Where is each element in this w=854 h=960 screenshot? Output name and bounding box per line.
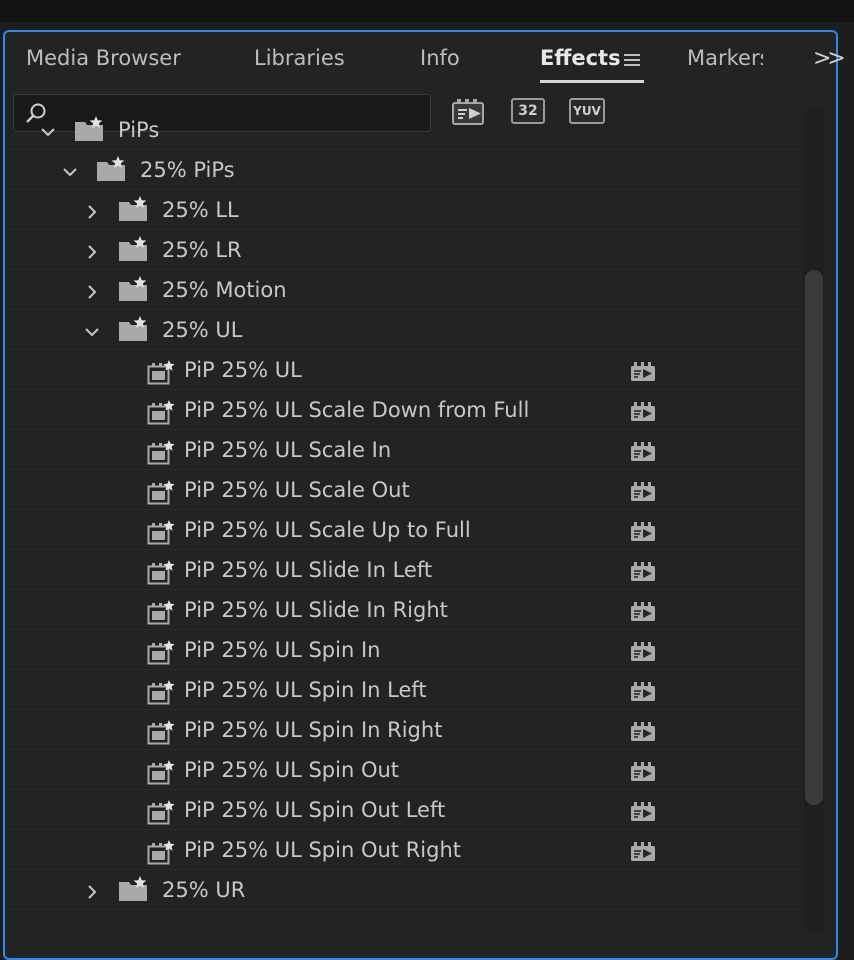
chevron-right-icon[interactable] (85, 244, 99, 259)
accelerated-effect-icon (630, 802, 656, 822)
tree-preset-row[interactable]: PiP 25% UL Scale Out (8, 470, 798, 510)
tree-folder-row[interactable]: 25% UL (8, 310, 798, 350)
custom-bin-folder-icon (74, 116, 104, 142)
tree-item-label: PiP 25% UL (184, 358, 302, 382)
custom-bin-folder-icon (118, 276, 148, 302)
accelerated-effect-icon (630, 442, 656, 462)
tree-item-label: PiP 25% UL Spin Out (184, 758, 400, 782)
custom-bin-folder-icon (118, 236, 148, 262)
effect-preset-icon (147, 440, 175, 466)
accelerated-effect-icon (630, 722, 656, 742)
tree-item-label: PiP 25% UL Spin Out Left (184, 798, 446, 822)
effect-preset-icon (147, 720, 175, 746)
effect-preset-icon (147, 640, 175, 666)
top-bar (0, 0, 854, 22)
effect-preset-icon (147, 600, 175, 626)
tab-markers[interactable]: Markers (687, 46, 763, 70)
tree-folder-row[interactable]: 25% LR (8, 230, 798, 270)
accelerated-effect-icon (630, 762, 656, 782)
active-tab-indicator (540, 80, 644, 83)
accelerated-effect-icon (630, 362, 656, 382)
tree-item-label: 25% LL (162, 198, 239, 222)
tree-item-label: 25% PiPs (140, 158, 235, 182)
custom-bin-folder-icon (118, 876, 148, 902)
effect-preset-icon (147, 560, 175, 586)
tree-item-label: PiP 25% UL Spin Out Right (184, 838, 461, 862)
accelerated-effect-icon (630, 602, 656, 622)
tab-overflow-icon[interactable]: >> (813, 46, 846, 71)
tree-folder-row[interactable]: 25% Motion (8, 270, 798, 310)
accelerated-effect-icon (630, 482, 656, 502)
effect-preset-icon (147, 760, 175, 786)
tree-item-label: 25% LR (162, 238, 242, 262)
chevron-down-icon[interactable] (41, 124, 55, 138)
chevron-right-icon[interactable] (85, 204, 99, 219)
scrollbar-thumb[interactable] (805, 270, 823, 805)
tree-preset-row[interactable]: PiP 25% UL Slide In Right (8, 590, 798, 630)
tree-item-label: PiP 25% UL Scale Up to Full (184, 518, 471, 542)
tree-item-label: PiP 25% UL Scale Out (184, 478, 410, 502)
tree-preset-row[interactable]: PiP 25% UL Scale Up to Full (8, 510, 798, 550)
tree-folder-row[interactable]: PiPs (8, 110, 798, 150)
tree-preset-row[interactable]: PiP 25% UL Spin In Right (8, 710, 798, 750)
chevron-right-icon[interactable] (85, 884, 99, 899)
tree-item-label: PiP 25% UL Spin In (184, 638, 381, 662)
accelerated-effect-icon (630, 682, 656, 702)
tree-preset-row[interactable]: PiP 25% UL Scale Down from Full (8, 390, 798, 430)
tab-info[interactable]: Info (420, 46, 460, 70)
effect-preset-icon (147, 680, 175, 706)
tree-item-label: 25% UL (162, 318, 243, 342)
tree-preset-row[interactable]: PiP 25% UL Scale In (8, 430, 798, 470)
accelerated-effect-icon (630, 642, 656, 662)
tree-preset-row[interactable]: PiP 25% UL Slide In Left (8, 550, 798, 590)
tree-preset-row[interactable]: PiP 25% UL Spin Out Left (8, 790, 798, 830)
effect-preset-icon (147, 480, 175, 506)
tree-item-label: PiPs (118, 118, 160, 142)
tree-item-label: 25% Motion (162, 278, 287, 302)
tree-item-label: 25% UR (162, 878, 246, 902)
tab-effects[interactable]: Effects (540, 46, 621, 70)
tree-preset-row[interactable]: PiP 25% UL Spin In Left (8, 670, 798, 710)
chevron-down-icon[interactable] (63, 164, 77, 178)
tab-media-browser[interactable]: Media Browser (26, 46, 181, 70)
accelerated-effect-icon (630, 402, 656, 422)
chevron-down-icon[interactable] (85, 324, 99, 338)
tree-item-label: PiP 25% UL Slide In Left (184, 558, 433, 582)
tree-item-label: PiP 25% UL Scale In (184, 438, 392, 462)
tree-item-label: PiP 25% UL Slide In Right (184, 598, 448, 622)
chevron-right-icon[interactable] (85, 284, 99, 299)
panel-tab-bar: Media Browser Libraries Info Effects Mar… (5, 32, 846, 86)
tree-preset-row[interactable]: PiP 25% UL (8, 350, 798, 390)
effects-tree: PiPs 25% PiPs 25% LL 25% LR 25% Motion 25% UL… (8, 110, 805, 925)
effect-preset-icon (147, 520, 175, 546)
custom-bin-folder-icon (118, 316, 148, 342)
effect-preset-icon (147, 800, 175, 826)
tree-item-label: PiP 25% UL Spin In Left (184, 678, 427, 702)
effect-preset-icon (147, 360, 175, 386)
tree-folder-row[interactable]: 25% UR (8, 870, 798, 910)
tree-item-label: PiP 25% UL Scale Down from Full (184, 398, 530, 422)
tree-preset-row[interactable]: PiP 25% UL Spin In (8, 630, 798, 670)
effect-preset-icon (147, 840, 175, 866)
tab-libraries[interactable]: Libraries (254, 46, 345, 70)
panel-menu-icon[interactable] (624, 54, 640, 66)
accelerated-effect-icon (630, 562, 656, 582)
custom-bin-folder-icon (96, 156, 126, 182)
accelerated-effect-icon (630, 842, 656, 862)
tree-item-label: PiP 25% UL Spin In Right (184, 718, 443, 742)
custom-bin-folder-icon (118, 196, 148, 222)
accelerated-effect-icon (630, 522, 656, 542)
tree-folder-row[interactable]: 25% PiPs (8, 150, 798, 190)
tree-preset-row[interactable]: PiP 25% UL Spin Out (8, 750, 798, 790)
effect-preset-icon (147, 400, 175, 426)
tree-preset-row[interactable]: PiP 25% UL Spin Out Right (8, 830, 798, 870)
tree-folder-row[interactable]: 25% LL (8, 190, 798, 230)
